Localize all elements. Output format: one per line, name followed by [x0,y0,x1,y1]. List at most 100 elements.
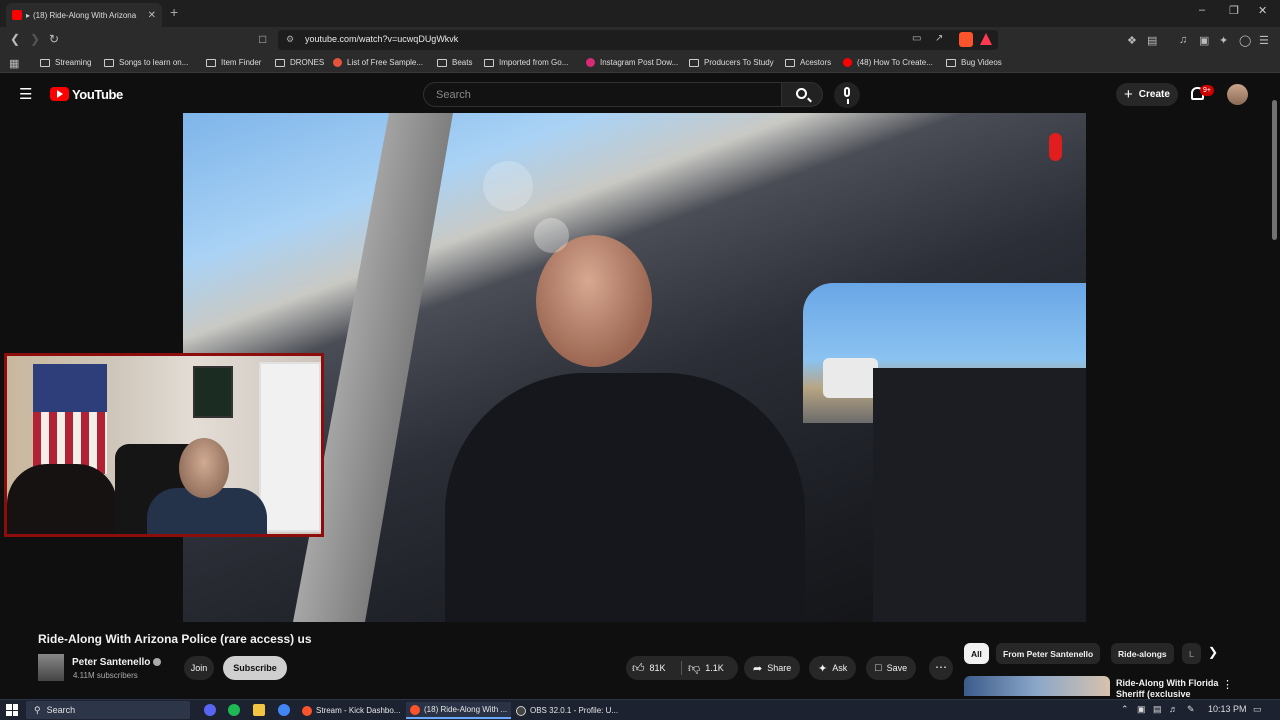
youtube-logo-icon[interactable] [50,87,69,101]
minimize-icon[interactable]: – [1199,4,1205,16]
guide-menu-icon[interactable]: ☰ [19,85,32,103]
recommended-video-title[interactable]: Ride-Along With Florida Sheriff (exclusi… [1116,678,1222,699]
channel-avatar[interactable] [38,654,64,681]
account-avatar[interactable] [1227,84,1248,105]
join-button[interactable]: Join [184,656,214,680]
taskbar-app-youtube[interactable]: (18) Ride-Along With ... [406,702,512,719]
create-label: Create [1138,89,1170,100]
video-title: Ride-Along With Arizona Police (rare acc… [38,632,312,646]
address-bar[interactable]: ⚙ youtube.com/watch?v=ucwqDUgWkvk ▭ ↗ [278,30,998,50]
bookmark-label: Acestors [800,58,832,67]
bookmark-item[interactable]: Bug Videos [946,58,1002,67]
back-icon[interactable]: ❮ [10,32,20,46]
restore-icon[interactable]: ❐ [1229,4,1239,17]
browser-tab-active[interactable]: ▸ (18) Ride-Along With Arizona ✕ [6,3,162,27]
apps-grid-icon[interactable]: ▦ [9,57,19,70]
file-explorer-icon[interactable] [253,704,265,716]
media-icon[interactable]: ♫ [1179,34,1187,46]
menu-icon[interactable]: ☰ [1259,34,1269,47]
clock[interactable]: 10:13 PM [1208,704,1247,714]
share-button[interactable]: ➦ Share [744,656,801,680]
recommendation-more-icon[interactable]: ⋮ [1222,678,1233,691]
scrollbar-thumb[interactable] [1272,100,1277,240]
bookmark-item[interactable]: Producers To Study [689,58,774,67]
taskbar-app-kick[interactable]: Stream - Kick Dashbo... [298,702,404,719]
bookmark-item[interactable]: Instagram Post Dow... [586,58,678,67]
like-button[interactable]: 👍︎ 81K [632,656,666,680]
like-divider [681,661,682,675]
forward-icon[interactable]: ❯ [30,32,40,46]
extensions-icon[interactable]: ❖ [1127,34,1137,47]
vpn-icon[interactable]: ◯ [1239,34,1251,47]
video-frame-dashboard [873,368,1086,622]
video-frame-lens-flare [483,161,533,211]
bookmark-item[interactable]: Streaming [40,58,91,67]
search-icon [796,88,807,99]
youtube-logo-text[interactable]: YouTube [72,87,123,102]
bookmark-icon[interactable]: □ [259,32,266,46]
dislike-button[interactable]: 👎︎ 1.1K [688,656,724,680]
taskbar-search-label: Search [46,705,76,715]
more-actions-icon[interactable]: ⋯ [929,656,953,680]
search-button[interactable] [781,82,823,107]
chevron-right-icon[interactable]: ❯ [1208,645,1218,659]
search-input[interactable] [424,83,781,106]
wall-poster [193,366,233,418]
brave-rewards-icon[interactable] [980,33,992,45]
recording-indicator-icon [1049,133,1062,161]
volume-icon[interactable]: ♬ [1169,704,1178,714]
reload-icon[interactable]: ↻ [49,32,59,46]
tray-app-icon[interactable]: ▣ [1137,704,1146,715]
site-info-icon[interactable]: ⚙ [286,34,294,45]
bookmark-item[interactable]: List of Free Sample... [333,58,423,67]
leo-icon[interactable]: ✦ [1219,34,1228,47]
voice-search-button[interactable] [834,82,860,108]
bookmark-item[interactable]: Beats [437,58,472,67]
subscribe-button[interactable]: Subscribe [223,656,287,680]
url-text[interactable]: youtube.com/watch?v=ucwqDUgWkvk [305,34,458,44]
folder-icon [104,58,114,67]
bookmark-label: List of Free Sample... [347,58,424,67]
recommended-video-thumbnail[interactable] [964,676,1110,696]
chip-more[interactable]: L [1182,643,1202,664]
bookmark-item[interactable]: DRONES [275,58,324,67]
bookmark-item[interactable]: Imported from Go... [484,58,568,67]
folder-icon [40,58,50,67]
wallet-icon[interactable]: ▣ [1199,34,1209,47]
speaker-icon[interactable]: ▸ [26,11,30,20]
pen-icon[interactable]: ✎ [1187,704,1195,715]
taskbar-app-obs[interactable]: OBS 32.0.1 - Profile: U... [512,702,622,719]
network-icon[interactable]: ▤ [1153,704,1162,715]
channel-name-row[interactable]: Peter Santenello [72,657,162,668]
windows-start-icon[interactable] [6,704,18,716]
bookmark-item[interactable]: Songs to learn on... [104,58,188,67]
taskbar-app-label: Stream - Kick Dashbo... [316,706,401,715]
create-button[interactable]: + Create [1116,83,1178,106]
spotify-icon[interactable] [228,704,240,716]
taskbar-search[interactable]: ⚲ Search [26,701,190,719]
brave-shields-icon[interactable] [959,32,973,47]
cast-icon[interactable]: ▭ [912,33,921,44]
chip-from-channel[interactable]: From Peter Santenello [996,643,1101,664]
bookmark-label: Instagram Post Dow... [600,58,679,67]
bookmark-item[interactable]: (48) How To Create... [843,58,933,67]
save-button[interactable]: □ Save [866,656,917,680]
tray-overflow-icon[interactable]: ⌃ [1121,704,1129,715]
chrome-icon[interactable] [278,704,290,716]
notification-count-badge: 9+ [1200,85,1214,96]
sidebar-icon[interactable]: ▤ [1147,34,1157,47]
close-tab-icon[interactable]: ✕ [148,10,156,21]
bookmark-label: (48) How To Create... [857,58,933,67]
window-close-icon[interactable]: ✕ [1258,4,1267,17]
share-page-icon[interactable]: ↗ [935,33,943,44]
bookmark-item[interactable]: Item Finder [206,58,261,67]
channel-name[interactable]: Peter Santenello [72,657,150,668]
notification-center-icon[interactable]: ▭ [1253,704,1262,715]
bookmark-item[interactable]: Acestors [785,58,831,67]
new-tab-icon[interactable]: + [170,4,178,20]
ask-button[interactable]: ✦ Ask [809,656,857,680]
chip-all[interactable]: All [964,643,989,664]
chip-ride-alongs[interactable]: Ride-alongs [1111,643,1174,664]
search-icon: ⚲ [34,704,41,715]
discord-icon[interactable] [204,704,216,716]
